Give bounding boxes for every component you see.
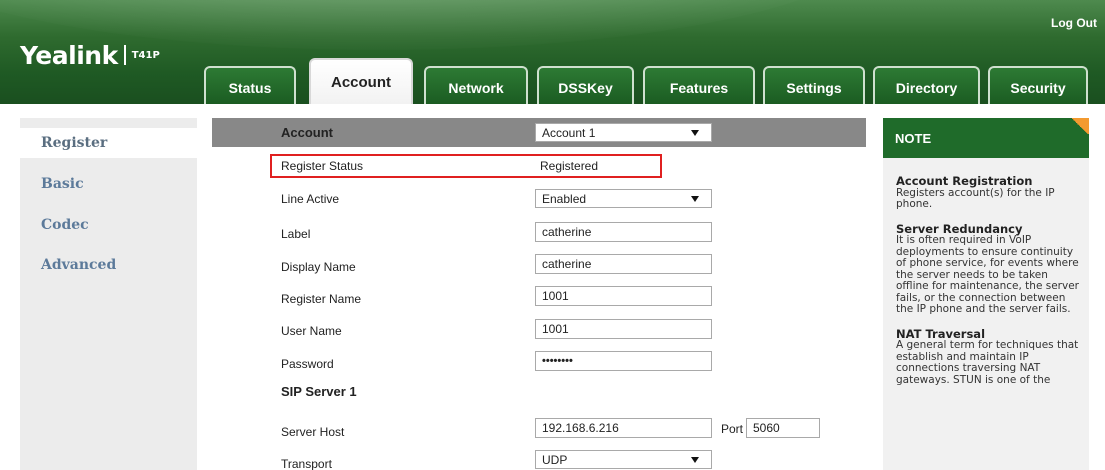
note-heading: NOTE [883, 118, 1089, 158]
tab-network[interactable]: Network [424, 66, 528, 104]
transport-select[interactable]: UDP [535, 450, 712, 469]
sidebar-item-advanced[interactable]: Advanced [20, 250, 197, 280]
main-tabs: Status Account Network DSSKey Features S… [0, 0, 1105, 104]
user-name-label: User Name [281, 324, 342, 338]
sidebar-item-codec[interactable]: Codec [20, 210, 197, 240]
note-text-nat-traversal: A general term for techniques that estab… [896, 339, 1079, 386]
tab-status[interactable]: Status [204, 66, 296, 104]
register-status-label: Register Status [281, 159, 364, 173]
tab-security[interactable]: Security [988, 66, 1088, 104]
dropdown-arrow-icon [691, 130, 699, 136]
account-select-value: Account 1 [542, 125, 596, 140]
label-input[interactable]: catherine [535, 222, 712, 242]
register-name-label: Register Name [281, 292, 362, 306]
register-name-input[interactable]: 1001 [535, 286, 712, 306]
note-text-server-redundancy: It is often required in VoIP deployments… [896, 234, 1079, 315]
tab-features[interactable]: Features [643, 66, 755, 104]
server-host-input[interactable]: 192.168.6.216 [535, 418, 712, 438]
sidebar: Register Basic Codec Advanced [20, 118, 210, 470]
account-label: Account [281, 125, 333, 140]
transport-select-value: UDP [542, 452, 568, 467]
note-corner-icon [1070, 118, 1089, 134]
tab-directory[interactable]: Directory [873, 66, 980, 104]
note-body: Account Registration Registers account(s… [896, 174, 1080, 399]
password-input[interactable]: •••••••• [535, 351, 712, 371]
user-name-input[interactable]: 1001 [535, 319, 712, 339]
password-label: Password [281, 357, 334, 371]
dropdown-arrow-icon [691, 457, 699, 463]
transport-label: Transport [281, 457, 332, 470]
display-name-input[interactable]: catherine [535, 254, 712, 274]
sidebar-item-register[interactable]: Register [20, 128, 210, 158]
sidebar-item-basic[interactable]: Basic [20, 169, 197, 199]
dropdown-arrow-icon [691, 196, 699, 202]
register-status-value: Registered [540, 159, 599, 173]
tab-dsskey[interactable]: DSSKey [537, 66, 634, 104]
display-name-label: Display Name [281, 260, 356, 274]
line-active-select[interactable]: Enabled [535, 189, 712, 208]
port-input[interactable]: 5060 [746, 418, 820, 438]
label-field-label: Label [281, 227, 311, 241]
note-text-account-registration: Registers account(s) for the IP phone. [896, 186, 1055, 210]
tab-settings[interactable]: Settings [763, 66, 865, 104]
port-label: Port [721, 422, 744, 436]
server-host-label: Server Host [281, 425, 345, 439]
sip-server-heading: SIP Server 1 [281, 384, 357, 399]
note-title-account-registration: Account Registration [896, 174, 1033, 188]
line-active-label: Line Active [281, 192, 340, 206]
tab-account[interactable]: Account [309, 58, 413, 104]
account-select[interactable]: Account 1 [535, 123, 712, 142]
line-active-select-value: Enabled [542, 191, 587, 206]
